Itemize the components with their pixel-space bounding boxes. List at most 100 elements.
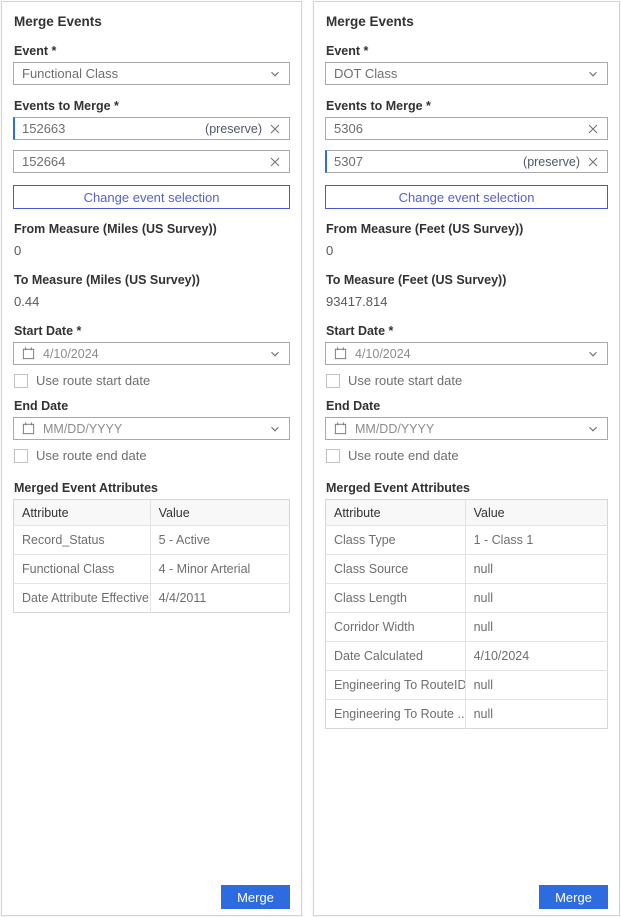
attribute-cell: Class Length — [326, 584, 466, 613]
start-date-value: 4/10/2024 — [355, 347, 580, 361]
table-row: Record_Status 5 - Active — [14, 526, 290, 555]
merge-events-workspace: Merge Events Event * Functional Class Ev… — [0, 0, 621, 917]
event-id: 5307 — [334, 154, 523, 169]
table-row: Engineering To Route ... null — [326, 700, 608, 729]
value-cell: null — [465, 613, 607, 642]
use-route-end-date-row: Use route end date — [14, 448, 289, 463]
use-route-start-date-checkbox[interactable] — [326, 374, 340, 388]
attribute-column-header: Attribute — [326, 500, 466, 526]
to-measure-label: To Measure (Miles (US Survey)) — [14, 273, 289, 288]
start-date-label: Start Date * — [326, 324, 607, 339]
use-route-start-date-row: Use route start date — [326, 373, 607, 388]
table-row: Class Length null — [326, 584, 608, 613]
end-date-placeholder: MM/DD/YYYY — [43, 422, 262, 436]
merged-attributes-table: Attribute Value Class Type 1 - Class 1 C… — [325, 499, 608, 729]
use-route-end-date-label: Use route end date — [36, 448, 147, 463]
event-label: Event * — [14, 44, 289, 59]
use-route-start-date-checkbox[interactable] — [14, 374, 28, 388]
attribute-cell: Class Source — [326, 555, 466, 584]
value-cell: 5 - Active — [150, 526, 289, 555]
event-select-value: Functional Class — [22, 66, 269, 81]
table-header-row: Attribute Value — [326, 500, 608, 526]
events-to-merge-label: Events to Merge * — [14, 99, 289, 114]
close-icon[interactable] — [587, 156, 599, 168]
to-measure-label: To Measure (Feet (US Survey)) — [326, 273, 607, 288]
merge-events-panel-left: Merge Events Event * Functional Class Ev… — [1, 1, 302, 916]
use-route-end-date-checkbox[interactable] — [14, 449, 28, 463]
event-to-merge-input[interactable]: 152664 — [13, 150, 290, 173]
merged-event-attributes-title: Merged Event Attributes — [326, 481, 607, 496]
from-measure-value: 0 — [326, 243, 607, 258]
use-route-start-date-label: Use route start date — [348, 373, 462, 388]
chevron-down-icon — [269, 68, 281, 80]
chevron-down-icon — [269, 348, 281, 360]
attribute-column-header: Attribute — [14, 500, 151, 526]
value-cell: null — [465, 584, 607, 613]
event-to-merge-input[interactable]: 5307 (preserve) — [325, 150, 608, 173]
value-cell: null — [465, 671, 607, 700]
use-route-end-date-checkbox[interactable] — [326, 449, 340, 463]
start-date-picker[interactable]: 4/10/2024 — [325, 342, 608, 365]
attribute-cell: Engineering To RouteID — [326, 671, 466, 700]
chevron-down-icon — [269, 423, 281, 435]
attribute-cell: Corridor Width — [326, 613, 466, 642]
event-select-value: DOT Class — [334, 66, 587, 81]
close-icon[interactable] — [269, 156, 281, 168]
chevron-down-icon — [587, 68, 599, 80]
panel-title: Merge Events — [14, 14, 289, 29]
from-measure-label: From Measure (Feet (US Survey)) — [326, 222, 607, 237]
attribute-cell: Date Calculated — [326, 642, 466, 671]
chevron-down-icon — [587, 348, 599, 360]
attribute-cell: Record_Status — [14, 526, 151, 555]
footer-actions: Merge — [13, 877, 290, 909]
panel-title: Merge Events — [326, 14, 607, 29]
preserve-badge: (preserve) — [205, 122, 262, 136]
end-date-picker[interactable]: MM/DD/YYYY — [325, 417, 608, 440]
table-row: Engineering To RouteID null — [326, 671, 608, 700]
event-select[interactable]: Functional Class — [13, 62, 290, 85]
calendar-icon — [21, 346, 36, 361]
close-icon[interactable] — [269, 123, 281, 135]
to-measure-value: 0.44 — [14, 294, 289, 309]
value-cell: 1 - Class 1 — [465, 526, 607, 555]
merged-attributes-table: Attribute Value Record_Status 5 - Active… — [13, 499, 290, 613]
value-cell: 4/10/2024 — [465, 642, 607, 671]
merge-button[interactable]: Merge — [539, 885, 608, 909]
use-route-start-date-row: Use route start date — [14, 373, 289, 388]
event-to-merge-input[interactable]: 5306 — [325, 117, 608, 140]
table-row: Corridor Width null — [326, 613, 608, 642]
merge-button[interactable]: Merge — [221, 885, 290, 909]
value-cell: null — [465, 700, 607, 729]
from-measure-label: From Measure (Miles (US Survey)) — [14, 222, 289, 237]
value-column-header: Value — [465, 500, 607, 526]
preserve-badge: (preserve) — [523, 155, 580, 169]
end-date-placeholder: MM/DD/YYYY — [355, 422, 580, 436]
start-date-picker[interactable]: 4/10/2024 — [13, 342, 290, 365]
end-date-picker[interactable]: MM/DD/YYYY — [13, 417, 290, 440]
events-to-merge-label: Events to Merge * — [326, 99, 607, 114]
table-row: Functional Class 4 - Minor Arterial — [14, 555, 290, 584]
merged-event-attributes-title: Merged Event Attributes — [14, 481, 289, 496]
to-measure-value: 93417.814 — [326, 294, 607, 309]
use-route-end-date-row: Use route end date — [326, 448, 607, 463]
table-row: Class Source null — [326, 555, 608, 584]
table-row: Date Calculated 4/10/2024 — [326, 642, 608, 671]
event-select[interactable]: DOT Class — [325, 62, 608, 85]
end-date-label: End Date — [14, 399, 289, 414]
start-date-label: Start Date * — [14, 324, 289, 339]
table-header-row: Attribute Value — [14, 500, 290, 526]
from-measure-value: 0 — [14, 243, 289, 258]
close-icon[interactable] — [587, 123, 599, 135]
event-id: 152664 — [22, 154, 262, 169]
table-row: Date Attribute Effective 4/4/2011 — [14, 584, 290, 613]
end-date-label: End Date — [326, 399, 607, 414]
value-column-header: Value — [150, 500, 289, 526]
chevron-down-icon — [587, 423, 599, 435]
calendar-icon — [333, 421, 348, 436]
event-to-merge-input[interactable]: 152663 (preserve) — [13, 117, 290, 140]
table-row: Class Type 1 - Class 1 — [326, 526, 608, 555]
attribute-cell: Functional Class — [14, 555, 151, 584]
change-event-selection-button[interactable]: Change event selection — [13, 185, 290, 209]
change-event-selection-button[interactable]: Change event selection — [325, 185, 608, 209]
attribute-cell: Engineering To Route ... — [326, 700, 466, 729]
